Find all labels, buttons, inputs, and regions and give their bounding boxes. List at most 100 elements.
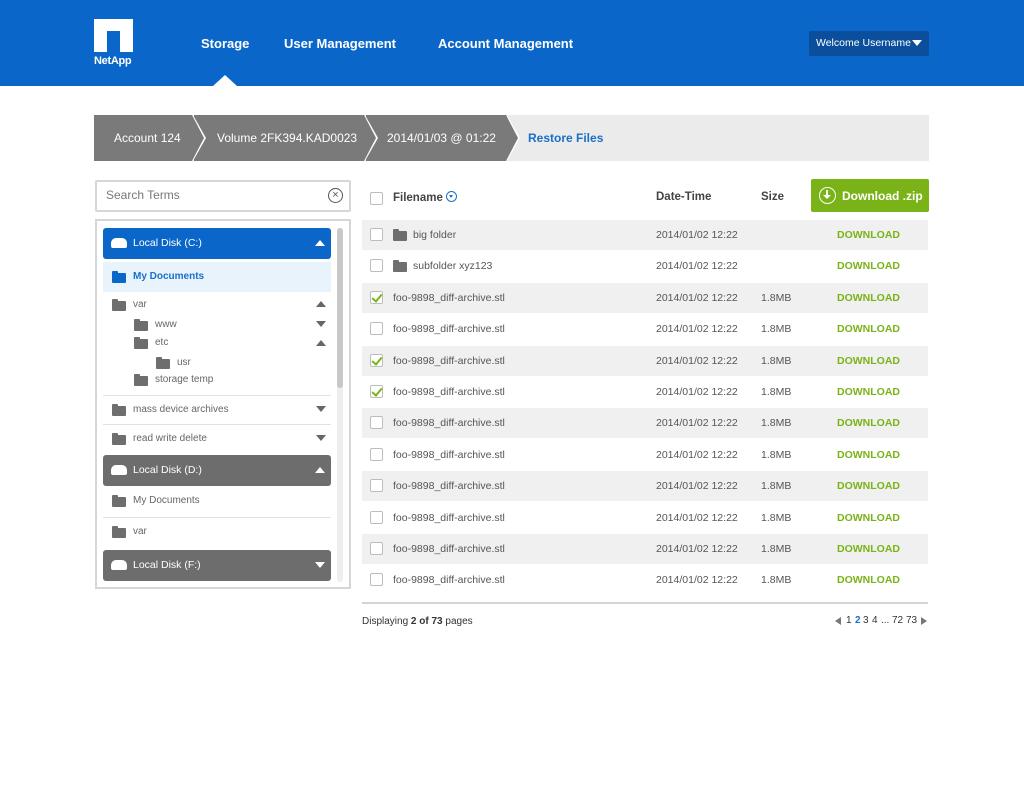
tree-scrollbar-thumb[interactable]	[337, 228, 343, 388]
file-name[interactable]: subfolder xyz123	[413, 260, 492, 272]
table-row[interactable]: foo-9898_diff-archive.stl 2014/01/02 12:2…	[362, 440, 928, 470]
tree-item-etc[interactable]: etc	[155, 337, 168, 348]
page-link[interactable]: 1	[846, 615, 852, 626]
file-datetime: 2014/01/02 12:22	[656, 574, 738, 586]
tree-item-d-var[interactable]: var	[133, 526, 147, 537]
table-row[interactable]: big folder 2014/01/02 12:22 DOWNLOAD	[362, 220, 928, 250]
download-link[interactable]: DOWNLOAD	[837, 574, 900, 586]
file-name[interactable]: foo-9898_diff-archive.stl	[393, 292, 505, 304]
file-name[interactable]: foo-9898_diff-archive.stl	[393, 323, 505, 335]
tree-item-read-write-delete[interactable]: read write delete	[133, 433, 207, 444]
nav-tab-user-management[interactable]: User Management	[284, 36, 396, 51]
file-name[interactable]: foo-9898_diff-archive.stl	[393, 417, 505, 429]
download-link[interactable]: DOWNLOAD	[837, 386, 900, 398]
row-checkbox[interactable]	[370, 291, 383, 304]
next-page-icon[interactable]	[921, 617, 927, 625]
download-link[interactable]: DOWNLOAD	[837, 292, 900, 304]
tree-disk-c[interactable]: Local Disk (C:)	[103, 228, 331, 259]
user-menu-button[interactable]: Welcome Username	[809, 31, 929, 56]
table-row[interactable]: foo-9898_diff-archive.stl 2014/01/02 12:2…	[362, 346, 928, 376]
table-row[interactable]: foo-9898_diff-archive.stl 2014/01/02 12:2…	[362, 314, 928, 344]
row-checkbox[interactable]	[370, 354, 383, 367]
tree-item-storage-temp[interactable]: storage temp	[155, 374, 213, 385]
column-header-datetime[interactable]: Date-Time	[656, 191, 711, 203]
table-row[interactable]: subfolder xyz123 2014/01/02 12:22 DOWNLOAD	[362, 251, 928, 281]
download-link[interactable]: DOWNLOAD	[837, 480, 900, 492]
nav-tab-account-management[interactable]: Account Management	[438, 36, 573, 51]
tree-item-mass-device-archives[interactable]: mass device archives	[133, 404, 229, 415]
page-link[interactable]: 3	[863, 615, 869, 626]
table-row[interactable]: foo-9898_diff-archive.stl 2014/01/02 12:2…	[362, 283, 928, 313]
table-row[interactable]: foo-9898_diff-archive.stl 2014/01/02 12:2…	[362, 471, 928, 501]
download-link[interactable]: DOWNLOAD	[837, 355, 900, 367]
expand-icon[interactable]	[316, 435, 326, 441]
row-checkbox[interactable]	[370, 259, 383, 272]
download-link[interactable]: DOWNLOAD	[837, 543, 900, 555]
nav-tab-storage[interactable]: Storage	[201, 36, 249, 51]
table-row[interactable]: foo-9898_diff-archive.stl 2014/01/02 12:2…	[362, 565, 928, 595]
file-size: 1.8MB	[761, 355, 792, 367]
table-row[interactable]: foo-9898_diff-archive.stl 2014/01/02 12:2…	[362, 534, 928, 564]
download-link[interactable]: DOWNLOAD	[837, 417, 900, 429]
tree-item-my-documents[interactable]: My Documents	[103, 262, 331, 292]
download-link[interactable]: DOWNLOAD	[837, 323, 900, 335]
file-name[interactable]: foo-9898_diff-archive.stl	[393, 543, 505, 555]
collapse-icon[interactable]	[315, 467, 325, 473]
download-link[interactable]: DOWNLOAD	[837, 229, 900, 241]
tree-item-d-my-documents[interactable]: My Documents	[133, 495, 200, 506]
row-checkbox[interactable]	[370, 228, 383, 241]
page-link[interactable]: 73	[906, 615, 917, 626]
collapse-icon[interactable]	[316, 301, 326, 307]
breadcrumb-volume[interactable]: Volume 2FK394.KAD0023	[194, 115, 378, 161]
row-checkbox[interactable]	[370, 573, 383, 586]
file-name[interactable]: foo-9898_diff-archive.stl	[393, 386, 505, 398]
download-link[interactable]: DOWNLOAD	[837, 449, 900, 461]
breadcrumb-snapshot[interactable]: 2014/01/03 @ 01:22	[366, 115, 520, 161]
divider	[103, 395, 331, 396]
download-link[interactable]: DOWNLOAD	[837, 260, 900, 272]
tree-item-usr[interactable]: usr	[177, 357, 191, 368]
column-header-filename[interactable]: Filename	[393, 191, 457, 204]
netapp-logo[interactable]: NetApp	[94, 19, 138, 67]
file-datetime: 2014/01/02 12:22	[656, 260, 738, 272]
row-checkbox[interactable]	[370, 322, 383, 335]
search-input[interactable]	[106, 188, 326, 202]
tree-disk-f[interactable]: Local Disk (F:)	[103, 550, 331, 581]
row-checkbox[interactable]	[370, 479, 383, 492]
clear-search-icon[interactable]: ×	[328, 188, 343, 203]
row-checkbox[interactable]	[370, 511, 383, 524]
tree-item-www[interactable]: www	[155, 319, 177, 330]
previous-page-icon[interactable]	[835, 617, 841, 625]
table-row[interactable]: foo-9898_diff-archive.stl 2014/01/02 12:2…	[362, 503, 928, 533]
file-name[interactable]: foo-9898_diff-archive.stl	[393, 512, 505, 524]
file-name[interactable]: foo-9898_diff-archive.stl	[393, 355, 505, 367]
page-link[interactable]: 4	[872, 615, 878, 626]
collapse-icon[interactable]	[316, 340, 326, 346]
file-name[interactable]: big folder	[413, 229, 456, 241]
table-row[interactable]: foo-9898_diff-archive.stl 2014/01/02 12:2…	[362, 408, 928, 438]
row-checkbox[interactable]	[370, 542, 383, 555]
row-checkbox[interactable]	[370, 448, 383, 461]
expand-icon[interactable]	[316, 321, 326, 327]
file-name[interactable]: foo-9898_diff-archive.stl	[393, 449, 505, 461]
sort-icon[interactable]	[445, 191, 457, 202]
page-link[interactable]: 2	[855, 615, 861, 626]
column-header-size[interactable]: Size	[761, 191, 784, 203]
breadcrumb-account[interactable]: Account 124	[94, 115, 206, 161]
expand-icon[interactable]	[316, 406, 326, 412]
file-name[interactable]: foo-9898_diff-archive.stl	[393, 480, 505, 492]
active-tab-indicator	[213, 75, 237, 86]
breadcrumb-current: Restore Files	[528, 131, 604, 145]
file-name[interactable]: foo-9898_diff-archive.stl	[393, 574, 505, 586]
row-checkbox[interactable]	[370, 416, 383, 429]
row-checkbox[interactable]	[370, 385, 383, 398]
table-row[interactable]: foo-9898_diff-archive.stl 2014/01/02 12:2…	[362, 377, 928, 407]
tree-item-var[interactable]: var	[133, 299, 147, 310]
download-zip-button[interactable]: Download .zip	[811, 179, 929, 212]
select-all-checkbox[interactable]	[370, 192, 383, 205]
download-link[interactable]: DOWNLOAD	[837, 512, 900, 524]
collapse-icon[interactable]	[315, 240, 325, 246]
tree-disk-d[interactable]: Local Disk (D:)	[103, 455, 331, 486]
page-link[interactable]: 72	[892, 615, 903, 626]
expand-icon[interactable]	[315, 562, 325, 568]
